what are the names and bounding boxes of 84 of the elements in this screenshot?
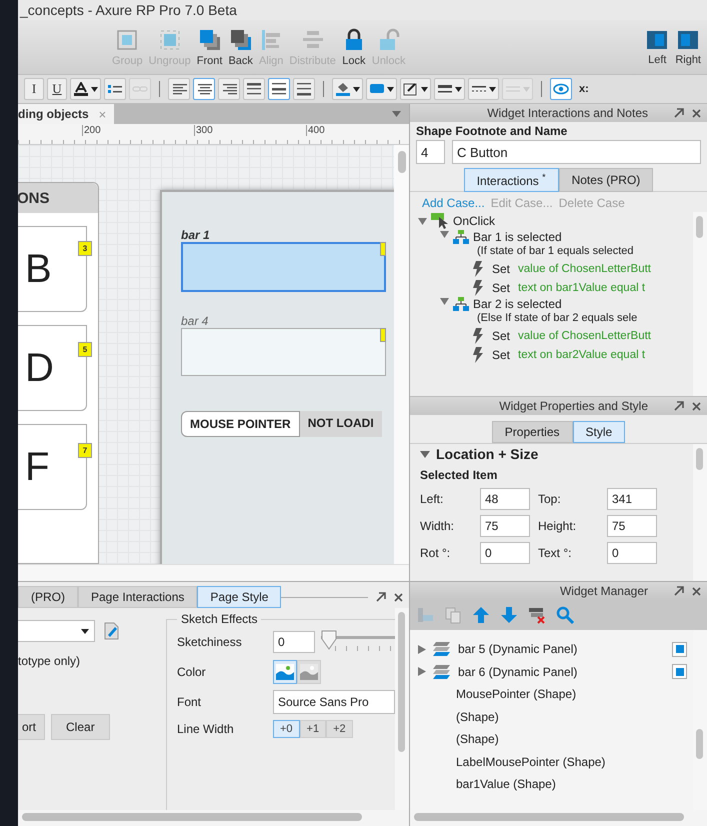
case-name[interactable]: Bar 2 is selected	[473, 297, 638, 311]
number-field[interactable]: 0	[480, 542, 530, 564]
bar-label: bar 1	[181, 228, 211, 242]
case-name[interactable]: Bar 1 is selected	[473, 230, 634, 244]
document-tab[interactable]: ding objects ×	[18, 104, 114, 124]
ruler-label: 400	[306, 125, 325, 136]
panel-title: Widget Properties and Style	[499, 399, 648, 413]
field-label: Line Width	[177, 722, 235, 736]
line-width-button[interactable]: +2	[326, 720, 353, 738]
number-field[interactable]: 48	[480, 488, 530, 510]
line-width-button[interactable]: +1	[300, 720, 326, 738]
field-label: Rot °:	[420, 546, 452, 560]
number-field[interactable]: 75	[607, 515, 657, 537]
section-label: Shape Footnote and Name	[416, 124, 568, 138]
ruler-label: 200	[82, 125, 101, 136]
font-field[interactable]: Source Sans Pro	[273, 690, 395, 714]
tab[interactable]: Page Style	[197, 586, 282, 608]
letter: B	[25, 246, 52, 292]
field-label: Width:	[420, 519, 456, 533]
toolbar-button[interactable]: Lock	[340, 28, 368, 66]
widget-list-item[interactable]: bar 6 (Dynamic Panel)	[458, 664, 666, 679]
tab[interactable]: Properties	[492, 421, 572, 443]
footnote-badge: 3	[78, 241, 92, 256]
widget-list-item[interactable]: MousePointer (Shape)	[456, 687, 687, 702]
field-label: Text °:	[538, 546, 572, 560]
tab[interactable]: Notes (PRO)	[558, 168, 654, 192]
toolbar-button[interactable]: Right	[673, 28, 703, 66]
field-label: Sketchiness	[177, 635, 243, 649]
action-target: value of ChosenLetterButt	[518, 330, 651, 342]
toolbar-button[interactable]: Back	[226, 28, 255, 66]
field-label: Font	[177, 695, 202, 709]
field-label: Left:	[420, 492, 444, 506]
event-label[interactable]: OnClick	[453, 214, 496, 228]
panel-title: Widget Manager	[560, 584, 648, 598]
bar-label: bar 4	[181, 314, 210, 328]
option-label: totype only)	[18, 654, 82, 668]
widget-list-item[interactable]: LabelMousePointer (Shape)	[456, 754, 687, 769]
footnote-badge: 5	[78, 342, 92, 357]
field-label: Top:	[538, 492, 562, 506]
action-verb: Set	[492, 280, 510, 294]
action-verb: Set	[492, 328, 510, 342]
action-verb: Set	[492, 348, 510, 362]
section-title: Location + Size	[436, 446, 538, 462]
tab[interactable]: Style	[572, 421, 626, 443]
widget-list-item[interactable]: bar 5 (Dynamic Panel)	[458, 642, 666, 656]
tab[interactable]: Page Interactions	[78, 586, 198, 608]
field-label: Color	[177, 665, 207, 679]
window-title: _concepts - Axure RP Pro 7.0 Beta	[20, 2, 237, 18]
widget-list-item[interactable]: (Shape)	[456, 710, 687, 724]
toolbar-button[interactable]: Front	[194, 28, 224, 66]
footnote-badge: 7	[78, 443, 92, 458]
ruler-label: 300	[194, 125, 213, 136]
action-target: text on bar1Value equal t	[518, 282, 646, 294]
footnote-field[interactable]: 4	[416, 140, 445, 164]
name-field[interactable]: C Button	[452, 140, 701, 164]
tab[interactable]: Interactions $^{*}$	[464, 168, 559, 192]
case-condition: (Else If state of bar 2 equals sele	[476, 311, 638, 325]
subheading: Selected Item	[420, 468, 498, 482]
format-button[interactable]: I	[24, 78, 44, 100]
breadcrumb-step: NOT LOADI	[300, 411, 382, 437]
field-label: Height:	[538, 519, 578, 533]
letter: D	[25, 346, 54, 390]
widget-list-item[interactable]: bar1Value (Shape)	[456, 777, 687, 792]
number-field[interactable]: 341	[607, 488, 657, 510]
number-field[interactable]: 0	[607, 542, 657, 564]
action-verb: Set	[492, 262, 510, 276]
toolbar-button[interactable]: Left	[643, 28, 672, 66]
case-condition: (If state of bar 1 equals selected	[476, 244, 634, 258]
action-button[interactable]: Clear	[51, 714, 110, 740]
panel-title: Widget Interactions and Notes	[487, 106, 648, 120]
letter: F	[25, 444, 50, 490]
number-field[interactable]: 0	[273, 631, 315, 653]
tab[interactable]: (PRO)	[18, 586, 78, 608]
group-title: Sketch Effects	[180, 612, 258, 626]
action-target: value of ChosenLetterButt	[518, 262, 651, 274]
line-width-button[interactable]: +0	[273, 720, 300, 738]
action-target: text on bar2Value equal t	[518, 348, 646, 360]
tab-label: ding objects	[18, 107, 89, 121]
action-button[interactable]: ort	[18, 714, 46, 740]
breadcrumb-step: MOUSE POINTER	[181, 411, 300, 437]
format-button[interactable]: U	[47, 78, 67, 100]
number-field[interactable]: 75	[480, 515, 530, 537]
x-label: x:	[579, 83, 589, 95]
widget-list-item[interactable]: (Shape)	[456, 732, 687, 746]
